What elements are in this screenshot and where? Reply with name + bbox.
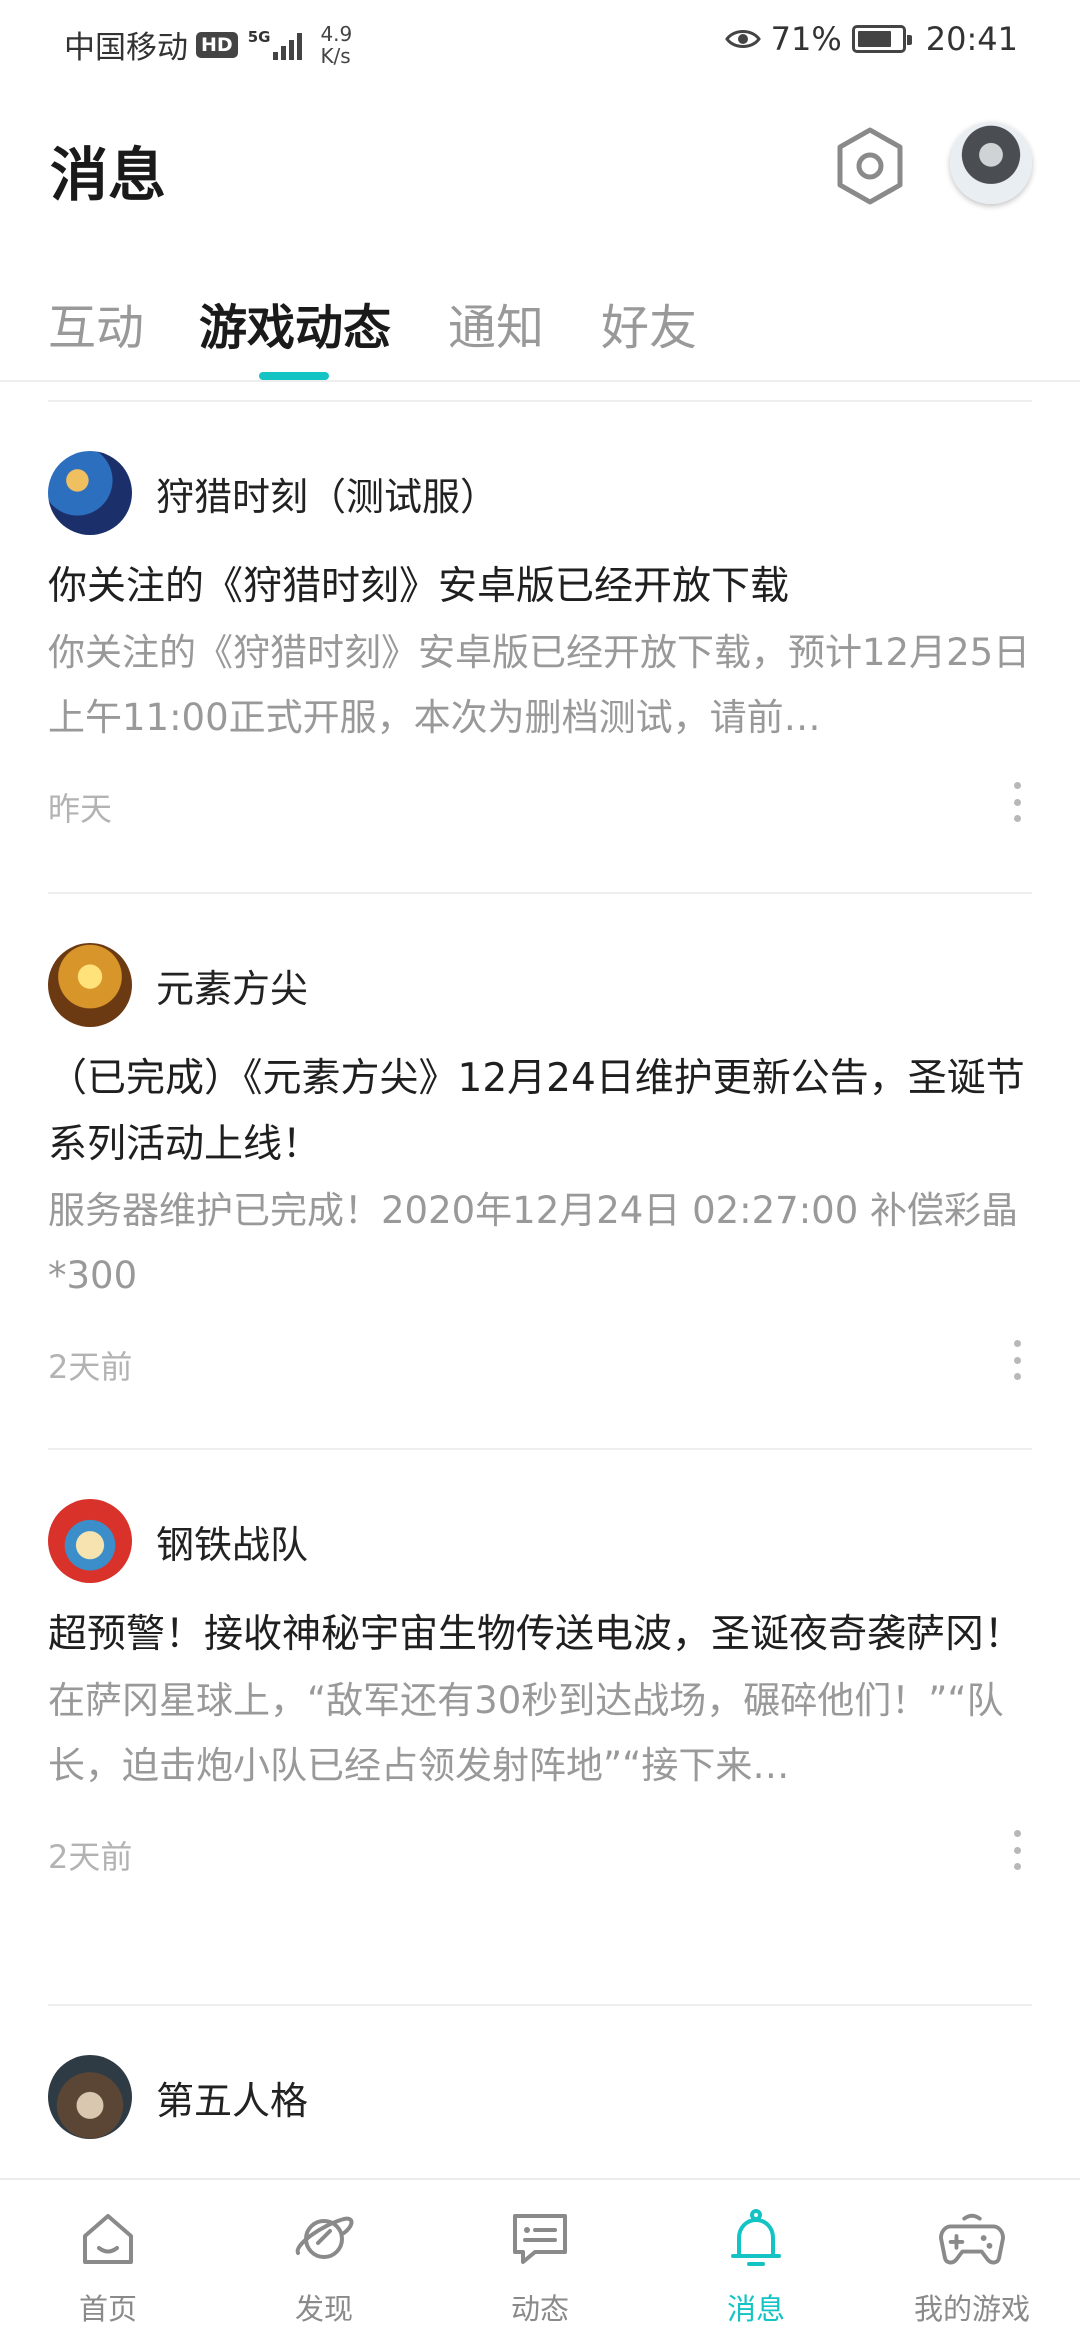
- more-options-button[interactable]: [1002, 782, 1032, 822]
- nav-label: 我的游戏: [913, 2292, 1030, 2326]
- game-avatar-icon[interactable]: [48, 2055, 132, 2139]
- game-name[interactable]: 钢铁战队: [156, 1514, 308, 1569]
- page-title: 消息: [50, 141, 167, 209]
- card-header[interactable]: 元素方尖: [48, 942, 1032, 1028]
- nav-discover[interactable]: 发现: [216, 2180, 432, 2340]
- nav-label: 动态: [510, 2292, 569, 2326]
- divider: [48, 400, 1032, 402]
- tab-bar: 互动 游戏动态 通知 好友: [0, 268, 1080, 382]
- tab-friends[interactable]: 好友: [601, 288, 697, 358]
- active-tab-indicator: [259, 372, 329, 380]
- hd-badge: HD: [196, 31, 238, 58]
- card-time: 2天前: [48, 1348, 133, 1386]
- tab-interaction[interactable]: 互动: [48, 288, 144, 358]
- game-name[interactable]: 元素方尖: [156, 958, 308, 1013]
- eye-icon: [724, 30, 761, 48]
- news-card[interactable]: 狩猎时刻（测试服） 你关注的《狩猎时刻》安卓版已经开放下载 你关注的《狩猎时刻》…: [48, 450, 1032, 844]
- game-name[interactable]: 狩猎时刻（测试服）: [156, 466, 498, 521]
- card-header[interactable]: 狩猎时刻（测试服）: [48, 450, 1032, 536]
- card-body[interactable]: 在萨冈星球上，“敌军还有30秒到达战场，碾碎他们！”“队长，迫击炮小队已经占领发…: [48, 1668, 1032, 1798]
- user-avatar[interactable]: [950, 122, 1032, 204]
- card-title[interactable]: 你关注的《狩猎时刻》安卓版已经开放下载: [48, 554, 1032, 620]
- nav-home[interactable]: 首页: [0, 2180, 216, 2340]
- card-time: 2天前: [48, 1838, 133, 1876]
- card-title[interactable]: 超预警！接收神秘宇宙生物传送电波，圣诞夜奇袭萨冈！: [48, 1602, 1032, 1668]
- gamepad-icon: [939, 2206, 1005, 2272]
- more-options-button[interactable]: [1002, 1340, 1032, 1380]
- speed-unit: K/s: [320, 43, 351, 68]
- nav-label: 首页: [78, 2292, 137, 2326]
- chat-icon: [507, 2206, 573, 2272]
- home-icon: [75, 2206, 141, 2272]
- clock: 20:41: [925, 20, 1018, 58]
- nav-label: 发现: [294, 2292, 353, 2326]
- tab-notifications[interactable]: 通知: [448, 288, 544, 358]
- settings-button[interactable]: [832, 124, 908, 208]
- card-header[interactable]: 第五人格: [48, 2054, 1032, 2140]
- card-footer: 2天前: [48, 1812, 1032, 1892]
- game-avatar-icon[interactable]: [48, 451, 132, 535]
- game-avatar-icon[interactable]: [48, 1499, 132, 1583]
- more-options-button[interactable]: [1002, 1830, 1032, 1870]
- nav-label: 消息: [726, 2292, 785, 2326]
- card-title[interactable]: （已完成）《元素方尖》12月24日维护更新公告，圣诞节系列活动上线！: [48, 1046, 1032, 1178]
- card-body[interactable]: 服务器维护已完成！2020年12月24日 02:27:00 补偿彩晶*300 =…: [48, 1178, 1032, 1308]
- news-card[interactable]: 第五人格: [48, 2054, 1032, 2140]
- settings-icon: [837, 127, 903, 205]
- battery-percent: 71%: [770, 20, 842, 58]
- news-card[interactable]: 元素方尖 （已完成）《元素方尖》12月24日维护更新公告，圣诞节系列活动上线！ …: [48, 942, 1032, 1402]
- card-body[interactable]: 你关注的《狩猎时刻》安卓版已经开放下载，预计12月25日上午11:00正式开服，…: [48, 620, 1032, 750]
- status-right: 71% 20:41: [724, 20, 1018, 58]
- card-footer: 2天前: [48, 1322, 1032, 1402]
- bell-icon: [723, 2206, 789, 2272]
- nav-my-games[interactable]: 我的游戏: [864, 2180, 1080, 2340]
- news-card[interactable]: 钢铁战队 超预警！接收神秘宇宙生物传送电波，圣诞夜奇袭萨冈！ 在萨冈星球上，“敌…: [48, 1498, 1032, 1892]
- card-footer: 昨天: [48, 764, 1032, 844]
- carrier-name: 中国移动: [64, 30, 188, 66]
- status-left: 中国移动 HD 5G 4.9 K/s: [64, 22, 352, 67]
- nav-messages[interactable]: 消息: [648, 2180, 864, 2340]
- signal-icon: 5G: [247, 27, 303, 60]
- speed-value: 4.9: [320, 21, 353, 46]
- game-avatar-icon[interactable]: [48, 943, 132, 1027]
- card-time: 昨天: [48, 790, 113, 828]
- status-bar: 中国移动 HD 5G 4.9 K/s 71% 20:41: [0, 0, 1080, 80]
- planet-icon: [291, 2206, 357, 2272]
- divider: [48, 2004, 1032, 2006]
- divider: [48, 892, 1032, 894]
- tab-game-news[interactable]: 游戏动态: [199, 288, 391, 358]
- bottom-navigation: 首页 发现 动态 消息 我的游戏: [0, 2178, 1080, 2340]
- battery-icon: [851, 25, 912, 53]
- game-name[interactable]: 第五人格: [156, 2070, 308, 2125]
- game-news-feed[interactable]: 狩猎时刻（测试服） 你关注的《狩猎时刻》安卓版已经开放下载 你关注的《狩猎时刻》…: [0, 382, 1080, 2178]
- card-header[interactable]: 钢铁战队: [48, 1498, 1032, 1584]
- nav-feed[interactable]: 动态: [432, 2180, 648, 2340]
- divider: [48, 1448, 1032, 1450]
- network-speed: 4.9 K/s: [320, 23, 352, 67]
- network-type: 5G: [247, 27, 271, 46]
